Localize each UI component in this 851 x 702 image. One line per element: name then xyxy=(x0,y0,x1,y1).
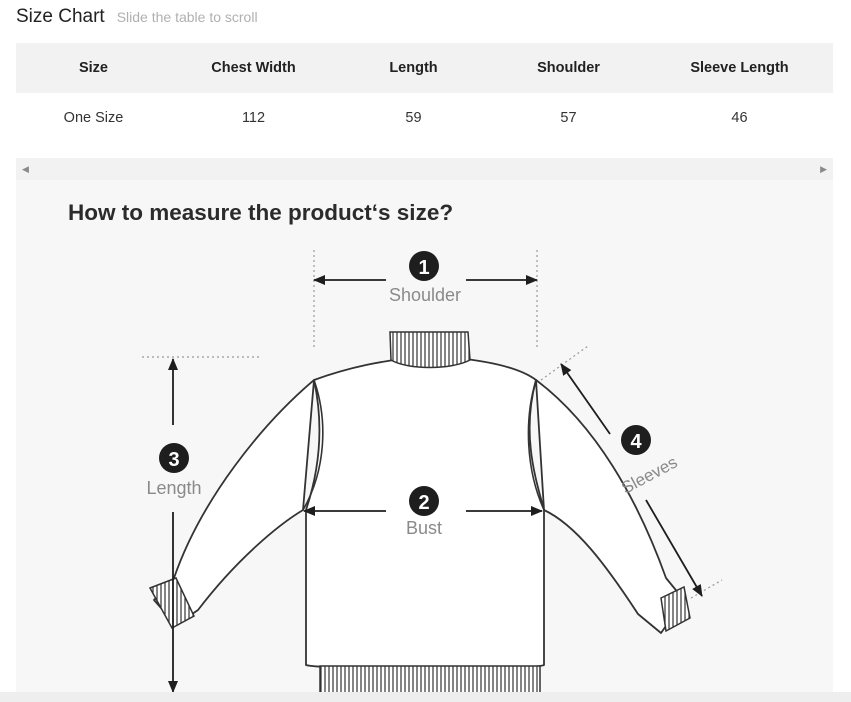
cell-length: 59 xyxy=(336,93,491,143)
table-header-row: Size Chest Width Length Shoulder Sleeve … xyxy=(16,43,833,93)
table-scrollbar[interactable]: ◀ ▶ xyxy=(16,158,833,180)
page-bottom-edge xyxy=(0,692,851,702)
sweater-diagram: 1 Shoulder 2 Bust 3 Length 4 Sleeves xyxy=(142,250,723,692)
badge-number-shoulder: 1 xyxy=(418,257,429,279)
column-header-sleeve-length: Sleeve Length xyxy=(646,43,833,93)
cell-sleeve-length: 46 xyxy=(646,93,833,143)
column-header-shoulder: Shoulder xyxy=(491,43,646,93)
size-table[interactable]: Size Chest Width Length Shoulder Sleeve … xyxy=(16,43,833,143)
badge-shoulder: 1 xyxy=(409,251,439,281)
badge-length: 3 xyxy=(159,443,189,473)
right-sleeve xyxy=(535,379,685,634)
badge-number-bust: 2 xyxy=(418,492,429,514)
badge-number-length: 3 xyxy=(168,449,179,471)
column-header-chest-width: Chest Width xyxy=(171,43,336,93)
label-shoulder: Shoulder xyxy=(389,285,461,305)
hem xyxy=(319,665,541,692)
measurement-guide-image: How to measure the product‘s size? 1 Sho… xyxy=(16,180,833,692)
column-header-length: Length xyxy=(336,43,491,93)
column-header-size: Size xyxy=(16,43,171,93)
scroll-right-icon[interactable]: ▶ xyxy=(820,162,827,176)
table-row: One Size 112 59 57 46 xyxy=(16,93,833,143)
badge-sleeves: 4 xyxy=(621,425,651,455)
collar xyxy=(389,331,471,369)
badge-number-sleeves: 4 xyxy=(630,431,642,453)
size-chart-header: Size Chart Slide the table to scroll xyxy=(16,6,258,28)
cell-size: One Size xyxy=(16,93,171,143)
label-bust: Bust xyxy=(406,518,442,538)
size-chart-title: Size Chart xyxy=(16,6,105,27)
scroll-left-icon[interactable]: ◀ xyxy=(22,162,29,176)
label-sleeves: Sleeves xyxy=(618,453,680,498)
cell-shoulder: 57 xyxy=(491,93,646,143)
badge-bust: 2 xyxy=(409,486,439,516)
label-length: Length xyxy=(146,478,201,498)
scroll-hint: Slide the table to scroll xyxy=(116,9,258,25)
cell-chest-width: 112 xyxy=(171,93,336,143)
